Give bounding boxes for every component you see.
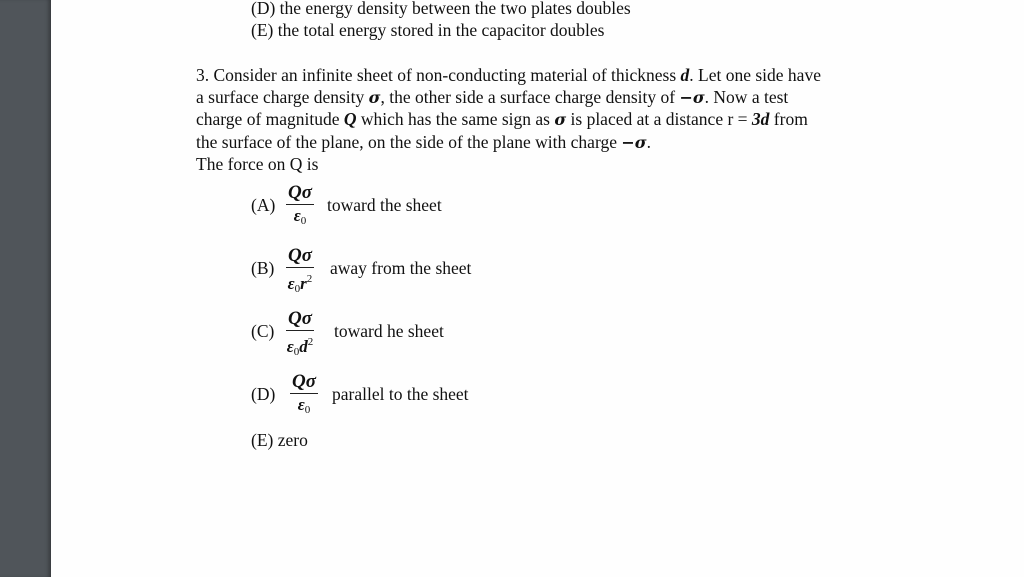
- option-letter: (D): [251, 0, 276, 18]
- question-text: from: [769, 109, 808, 129]
- var-d: d: [680, 65, 690, 85]
- fraction: Qσ ε0: [286, 182, 314, 232]
- sigma-symbol: σ: [368, 88, 381, 107]
- answer-text: zero: [277, 430, 308, 450]
- question-text: The force on Q is: [196, 154, 319, 174]
- question-text: , the other side a surface charge densit…: [380, 87, 680, 107]
- epsilon-symbol: ε: [297, 395, 305, 414]
- question-line-1: 3. Consider an infinite sheet of non-con…: [196, 64, 821, 86]
- answer-text: toward he sheet: [334, 321, 444, 341]
- distance-value: 3d: [751, 109, 770, 129]
- question-line-5: The force on Q is: [196, 153, 318, 175]
- fraction-numerator: Qσ: [290, 371, 318, 394]
- answer-e-line: (E) zero: [251, 430, 308, 451]
- answer-text: parallel to the sheet: [332, 384, 469, 404]
- answer-text: away from the sheet: [330, 258, 472, 278]
- var-q: Q: [343, 109, 357, 129]
- question-text: charge of magnitude: [196, 109, 344, 129]
- answer-letter: (B): [251, 258, 275, 278]
- epsilon-symbol: ε: [286, 337, 294, 356]
- question-text: a surface charge density: [196, 87, 369, 107]
- question-number: 3.: [196, 65, 210, 85]
- epsilon-symbol: ε: [293, 206, 301, 225]
- prev-option-d: (D) the energy density between the two p…: [251, 0, 631, 19]
- subscript: 0: [300, 215, 307, 227]
- question-line-4: the surface of the plane, on the side of…: [196, 131, 651, 154]
- answer-letter: (C): [251, 321, 275, 341]
- superscript: 2: [306, 273, 313, 285]
- superscript: 2: [307, 336, 314, 348]
- fraction-numerator: Qσ: [286, 245, 314, 268]
- question-line-2: a surface charge density σ, the other si…: [196, 86, 788, 109]
- question-text: which has the same sign as: [356, 109, 555, 129]
- question-text: . Let one side have: [689, 65, 821, 85]
- option-letter: (E): [251, 20, 274, 40]
- neg-sigma-symbol: −σ: [621, 133, 647, 152]
- question-text: .: [646, 132, 651, 152]
- answer-text: toward the sheet: [327, 195, 442, 215]
- neg-sigma-symbol: −σ: [679, 88, 705, 107]
- fraction: Qσ ε0r2: [286, 245, 314, 300]
- fraction: Qσ ε0d2: [286, 308, 314, 363]
- option-text: the total energy stored in the capacitor…: [277, 20, 605, 40]
- answer-letter: (D): [251, 384, 276, 404]
- answer-letter: (A): [251, 195, 276, 215]
- fraction: Qσ ε0: [290, 371, 318, 421]
- fraction-denominator: ε0: [286, 205, 314, 232]
- question-text: the surface of the plane, on the side of…: [196, 132, 622, 152]
- sigma-symbol: σ: [554, 110, 567, 129]
- subscript: 0: [304, 404, 311, 416]
- question-text: . Now a test: [704, 87, 789, 107]
- fraction-denominator: ε0: [290, 394, 318, 421]
- fraction-denominator: ε0d2: [286, 331, 314, 363]
- fraction-numerator: Qσ: [286, 182, 314, 205]
- answer-letter: (E): [251, 430, 274, 450]
- epsilon-symbol: ε: [287, 274, 295, 293]
- prev-option-e: (E) the total energy stored in the capac…: [251, 19, 604, 41]
- option-text: the energy density between the two plate…: [279, 0, 631, 18]
- question-text: is placed at a distance r =: [566, 109, 752, 129]
- var-d: d: [299, 337, 308, 356]
- fraction-numerator: Qσ: [286, 308, 314, 331]
- question-text: Consider an infinite sheet of non-conduc…: [213, 65, 681, 85]
- fraction-denominator: ε0r2: [286, 268, 314, 300]
- var-r: r: [300, 274, 307, 293]
- viewer-sidebar: [0, 0, 51, 577]
- question-line-3: charge of magnitude Q which has the same…: [196, 108, 808, 131]
